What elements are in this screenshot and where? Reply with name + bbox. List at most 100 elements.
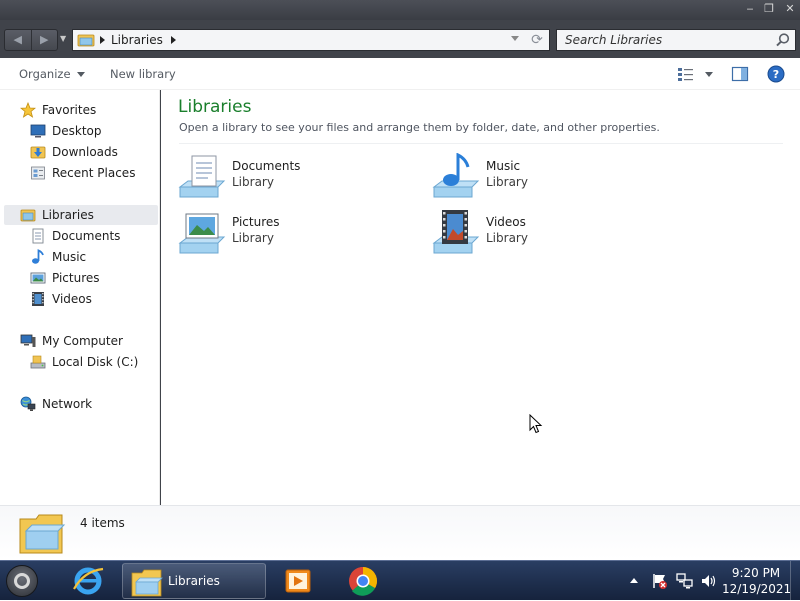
sidebar-item-local-disk[interactable]: Local Disk (C:) <box>0 352 158 372</box>
search-input[interactable]: Search Libraries <box>556 29 796 51</box>
navigation-pane: Favorites Desktop Downloads Recent Place… <box>0 90 160 505</box>
sidebar-item-recent-places[interactable]: Recent Places <box>0 163 158 183</box>
desktop-icon <box>30 124 46 138</box>
recent-pages-dropdown-icon[interactable]: ▼ <box>60 34 66 43</box>
computer-icon <box>20 334 36 347</box>
recent-places-icon <box>31 166 45 180</box>
content-pane: Libraries Open a library to see your fil… <box>161 90 800 505</box>
sidebar-item-favorites[interactable]: Favorites <box>0 100 158 120</box>
view-options-dropdown-icon[interactable] <box>705 72 713 77</box>
sidebar-item-label: Recent Places <box>52 166 136 180</box>
sidebar-item-label: Music <box>52 250 87 264</box>
refresh-icon[interactable]: ⟳ <box>529 32 545 48</box>
library-type: Library <box>232 175 274 189</box>
explorer-icon <box>131 569 163 597</box>
sidebar-item-label: Local Disk (C:) <box>52 355 139 369</box>
sidebar-item-label: Favorites <box>42 103 97 117</box>
address-dropdown-icon[interactable] <box>511 36 519 41</box>
library-name: Pictures <box>232 215 280 229</box>
pictures-icon <box>30 272 46 284</box>
library-type: Library <box>486 175 528 189</box>
search-icon[interactable] <box>775 32 791 48</box>
taskbar: Libraries 9:20 PM 12/19/2021 <box>0 560 800 601</box>
sidebar-item-label: Documents <box>52 229 121 243</box>
close-button[interactable]: ✕ <box>783 3 797 15</box>
item-count: 4 items <box>80 516 125 530</box>
restore-button[interactable]: ❐ <box>762 3 776 15</box>
sidebar-item-label: Network <box>42 397 93 411</box>
command-toolbar: Organize New library ? <box>0 58 800 90</box>
sidebar-item-downloads[interactable]: Downloads <box>0 142 158 162</box>
volume-icon[interactable] <box>700 572 718 590</box>
preview-pane-icon[interactable] <box>731 65 749 83</box>
divider <box>179 143 783 144</box>
chrome-icon[interactable] <box>345 563 381 599</box>
library-name: Videos <box>486 215 526 229</box>
libraries-large-icon <box>19 514 66 554</box>
pictures-library-icon <box>178 213 226 254</box>
sidebar-item-desktop[interactable]: Desktop <box>0 121 158 141</box>
nav-button-group: ◀ ▶ <box>4 29 58 51</box>
breadcrumb-chevron-icon[interactable] <box>170 36 176 44</box>
library-tile-pictures[interactable]: Pictures Library <box>178 209 418 257</box>
clock-date[interactable]: 12/19/2021 <box>722 582 791 596</box>
breadcrumb-separator-icon[interactable] <box>100 36 105 44</box>
videos-library-icon <box>432 210 480 254</box>
libraries-icon <box>77 34 95 47</box>
library-name: Music <box>486 159 521 173</box>
details-pane: 4 items <box>0 505 800 560</box>
internet-explorer-icon[interactable] <box>70 563 106 599</box>
page-title: Libraries <box>178 97 252 117</box>
organize-label: Organize <box>19 67 71 81</box>
back-arrow-icon[interactable]: ◀ <box>5 30 31 50</box>
star-icon <box>20 102 36 118</box>
action-center-icon[interactable] <box>652 572 668 590</box>
clock-time[interactable]: 9:20 PM <box>726 566 786 580</box>
library-type: Library <box>232 231 274 245</box>
sidebar-item-documents[interactable]: Documents <box>0 226 158 246</box>
address-bar[interactable]: Libraries ⟳ <box>72 29 550 51</box>
taskbar-item-libraries[interactable]: Libraries <box>122 563 266 599</box>
page-subtitle: Open a library to see your files and arr… <box>179 121 660 134</box>
sidebar-item-label: Videos <box>52 292 92 306</box>
sidebar-item-label: My Computer <box>42 334 123 348</box>
title-bar[interactable]: ‒ ❐ ✕ <box>0 0 800 20</box>
new-library-button[interactable]: New library <box>110 67 176 81</box>
sidebar-item-label: Pictures <box>52 271 100 285</box>
network-tray-icon[interactable] <box>676 572 694 590</box>
organize-button[interactable]: Organize <box>19 67 85 81</box>
change-view-icon[interactable] <box>677 65 695 83</box>
library-tile-videos[interactable]: Videos Library <box>432 209 672 257</box>
start-button[interactable] <box>6 565 38 597</box>
music-note-icon <box>32 249 44 264</box>
downloads-folder-icon <box>30 146 46 159</box>
network-icon <box>20 396 36 411</box>
taskbar-item-label: Libraries <box>168 574 220 588</box>
documents-icon <box>32 228 44 244</box>
sidebar-item-label: Libraries <box>42 208 94 222</box>
sidebar-item-pictures[interactable]: Pictures <box>0 268 158 288</box>
videos-icon <box>32 292 44 306</box>
library-tile-documents[interactable]: Documents Library <box>178 153 418 201</box>
library-name: Documents <box>232 159 301 173</box>
help-icon[interactable]: ? <box>767 65 785 83</box>
forward-arrow-icon[interactable]: ▶ <box>30 30 58 50</box>
show-desktop-button[interactable] <box>790 561 800 601</box>
hard-drive-icon <box>30 355 46 369</box>
search-placeholder: Search Libraries <box>565 33 663 47</box>
sidebar-item-my-computer[interactable]: My Computer <box>0 331 158 351</box>
library-tile-music[interactable]: Music Library <box>432 153 672 201</box>
svg-text:?: ? <box>773 68 779 81</box>
show-hidden-icons-icon[interactable] <box>628 575 640 587</box>
sidebar-item-videos[interactable]: Videos <box>0 289 158 309</box>
sidebar-item-network[interactable]: Network <box>0 394 158 414</box>
music-library-icon <box>432 153 480 198</box>
minimize-button[interactable]: ‒ <box>743 3 757 15</box>
sidebar-item-music[interactable]: Music <box>0 247 158 267</box>
media-player-icon[interactable] <box>281 563 315 599</box>
chevron-down-icon <box>76 72 85 77</box>
library-type: Library <box>486 231 528 245</box>
sidebar-item-label: Downloads <box>52 145 118 159</box>
breadcrumb-libraries[interactable]: Libraries <box>111 33 163 47</box>
sidebar-item-libraries[interactable]: Libraries <box>4 205 158 225</box>
